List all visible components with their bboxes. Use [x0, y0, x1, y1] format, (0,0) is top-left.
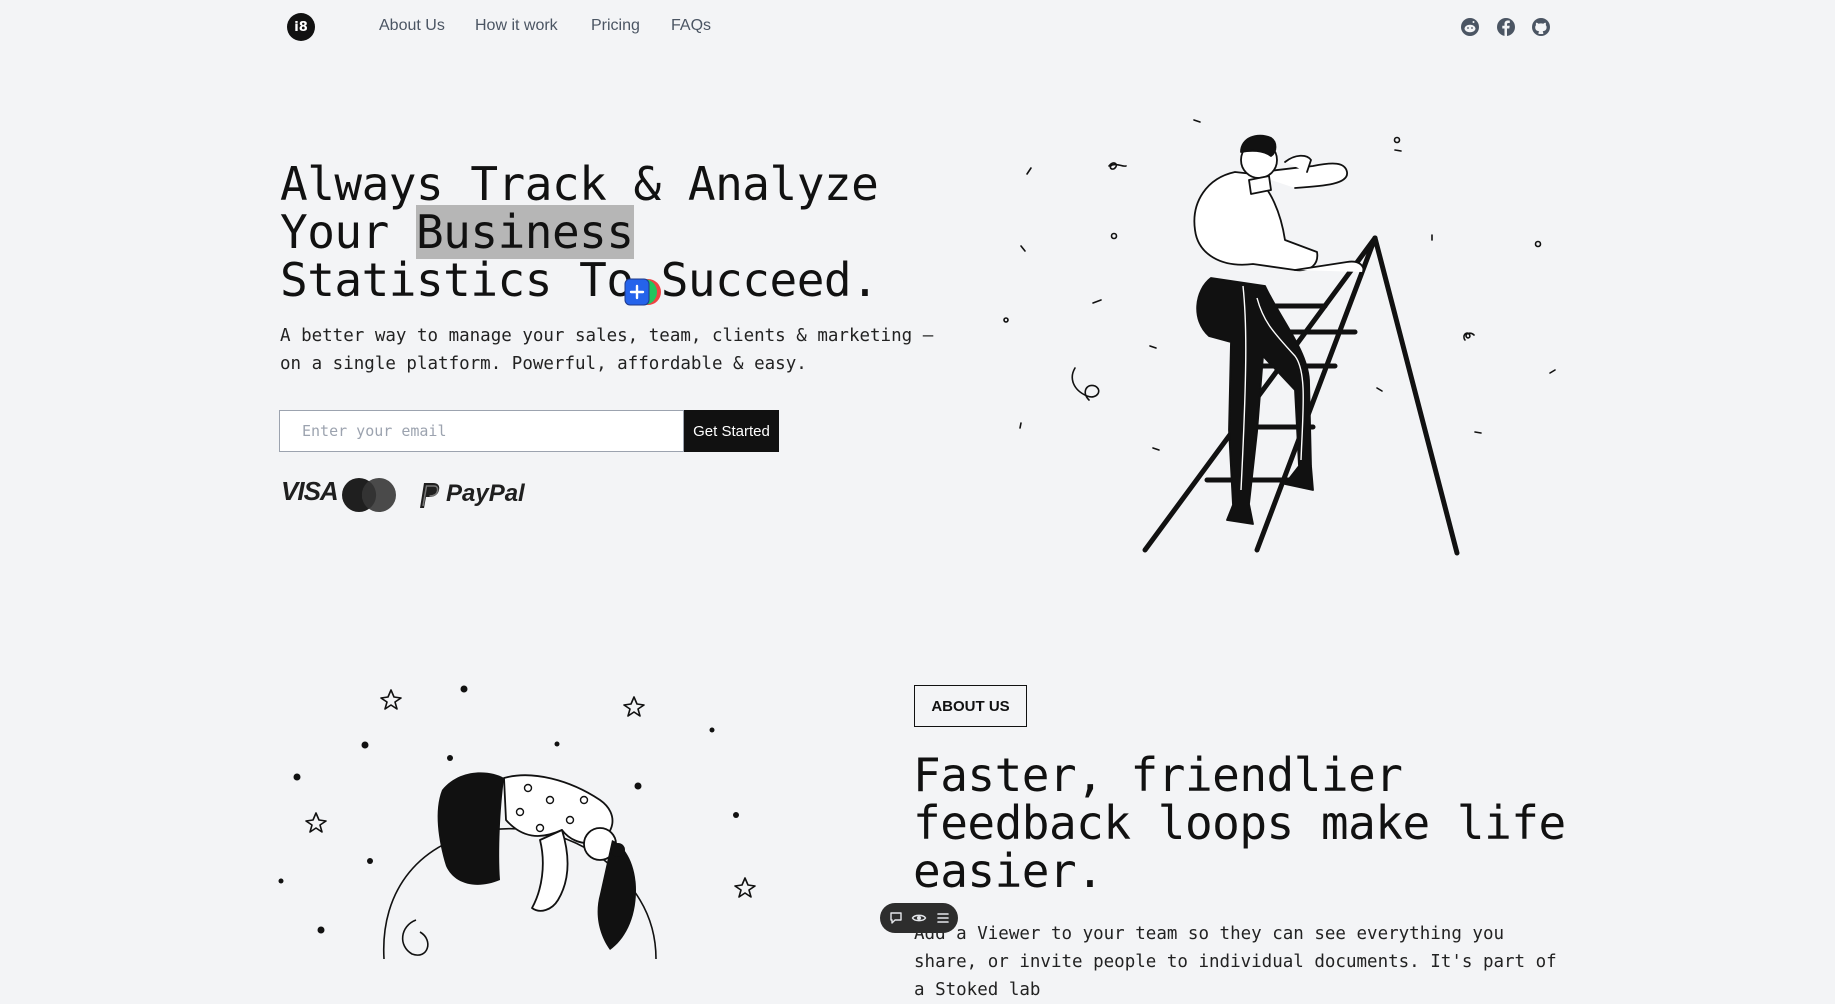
nav-link-faqs[interactable]: FAQs	[671, 17, 711, 35]
about-title: Faster, friendlier feedback loops make l…	[913, 748, 1566, 898]
reddit-icon[interactable]	[1460, 17, 1480, 37]
man-on-ladder-illustration	[1003, 119, 1556, 556]
nav-link-pricing[interactable]: Pricing	[591, 17, 640, 35]
eye-icon[interactable]	[911, 910, 927, 926]
about-us-tag: ABOUT US	[914, 685, 1027, 727]
hero-title-highlight: Business	[415, 205, 634, 259]
menu-icon[interactable]	[935, 910, 951, 926]
github-icon[interactable]	[1531, 17, 1551, 37]
get-started-button[interactable]: Get Started	[684, 410, 779, 452]
hero-title-end: Statistics To Succeed.	[280, 253, 879, 307]
woman-globe-illustration	[278, 685, 756, 959]
email-input[interactable]	[279, 410, 684, 452]
hero-title: Always Track & Analyze Your Business Sta…	[280, 160, 920, 304]
logo[interactable]: i8	[287, 13, 315, 41]
nav-link-how-it-work[interactable]: How it work	[475, 17, 558, 35]
browser-extension-badge-icon[interactable]	[620, 276, 666, 308]
mastercard-icon	[340, 477, 398, 513]
floating-toolbar	[880, 903, 958, 933]
about-subtitle: Add a Viewer to your team so they can se…	[914, 924, 1557, 1000]
facebook-icon[interactable]	[1496, 17, 1516, 37]
top-navigation: i8 About Us How it work Pricing FAQs	[0, 0, 1835, 56]
paypal-wordmark: PayPal	[446, 480, 525, 507]
comment-icon[interactable]	[888, 910, 904, 926]
nav-link-about-us[interactable]: About Us	[379, 17, 445, 35]
hero-subtitle: A better way to manage your sales, team,…	[280, 326, 934, 374]
visa-logo: VISA	[281, 476, 339, 506]
